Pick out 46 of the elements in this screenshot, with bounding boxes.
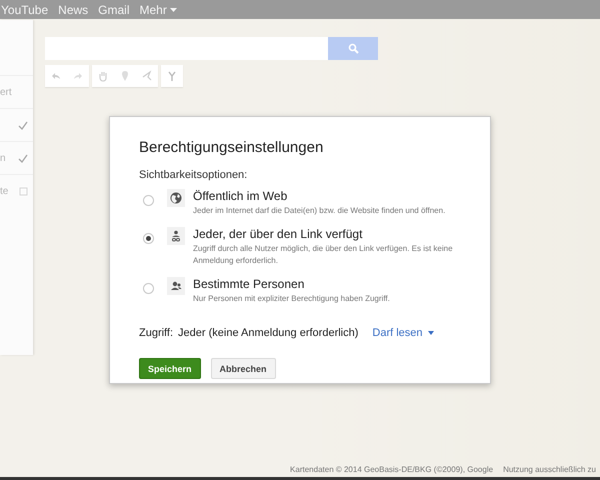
section-label: Sichtbarkeitsoptionen:	[139, 169, 248, 181]
hand-button[interactable]	[92, 65, 114, 87]
option-description: Zugriff durch alle Nutzer möglich, die über den Link verfügen. Es ist keine Anmeldung erforderlich.	[193, 243, 454, 267]
option-description: Nur Personen mit expliziter Berechtigung haben Zugriff.	[193, 293, 390, 305]
top-nav-link[interactable]: Mehr	[140, 2, 177, 16]
checkbox-icon[interactable]	[18, 186, 28, 196]
radio-button[interactable]	[143, 195, 154, 206]
option-description: Jeder im Internet darf die Datei(en) bzw. die Website finden und öffnen.	[193, 205, 446, 217]
access-label: Zugriff:	[139, 327, 174, 339]
checkmark-icon[interactable]	[18, 154, 28, 162]
cancel-button[interactable]: Abbrechen	[210, 358, 276, 379]
polyline-button[interactable]	[136, 65, 158, 87]
route-button[interactable]	[161, 65, 183, 87]
dialog-title: Berechtigungseinstellungen	[139, 139, 324, 156]
search-field[interactable]	[45, 37, 328, 60]
redo-icon	[72, 70, 84, 82]
map-attribution: Kartendaten © 2014 GeoBasis-DE/BKG (©2009), Google	[290, 465, 494, 474]
polyline-icon	[141, 70, 153, 82]
hand-icon	[97, 70, 109, 82]
save-button[interactable]: Speichern	[139, 358, 201, 379]
top-nav-link[interactable]: Gmail	[98, 2, 130, 16]
caret-icon	[170, 8, 177, 12]
terms-link[interactable]: Nutzung ausschließlich zu	[503, 465, 596, 474]
layer-label: ert	[0, 86, 12, 98]
radio-button[interactable]	[143, 283, 154, 294]
option-title: Jeder, der über den Link verfügt	[193, 227, 364, 241]
top-nav-link[interactable]: News	[58, 2, 88, 16]
top-nav-link[interactable]: YouTube	[1, 2, 48, 16]
layer-label: te	[0, 186, 8, 196]
redo-button[interactable]	[67, 65, 89, 87]
person-link-icon	[170, 230, 182, 242]
pin-icon	[119, 70, 131, 82]
search-button[interactable]	[328, 37, 378, 60]
layer-label: n	[0, 152, 6, 164]
access-value: Jeder (keine Anmeldung erforderlich)	[178, 327, 358, 339]
search-icon	[348, 43, 358, 54]
undo-button[interactable]	[45, 65, 67, 87]
option-title: Bestimmte Personen	[193, 277, 306, 291]
caret-icon	[428, 331, 434, 335]
permission-dropdown[interactable]: Darf lesen	[372, 327, 434, 339]
checkmark-icon[interactable]	[18, 120, 28, 130]
option-title: Öffentlich im Web	[193, 189, 288, 203]
globe-icon	[170, 192, 182, 204]
radio-button[interactable]	[143, 233, 154, 244]
people-icon	[170, 280, 182, 292]
route-icon	[166, 70, 178, 82]
